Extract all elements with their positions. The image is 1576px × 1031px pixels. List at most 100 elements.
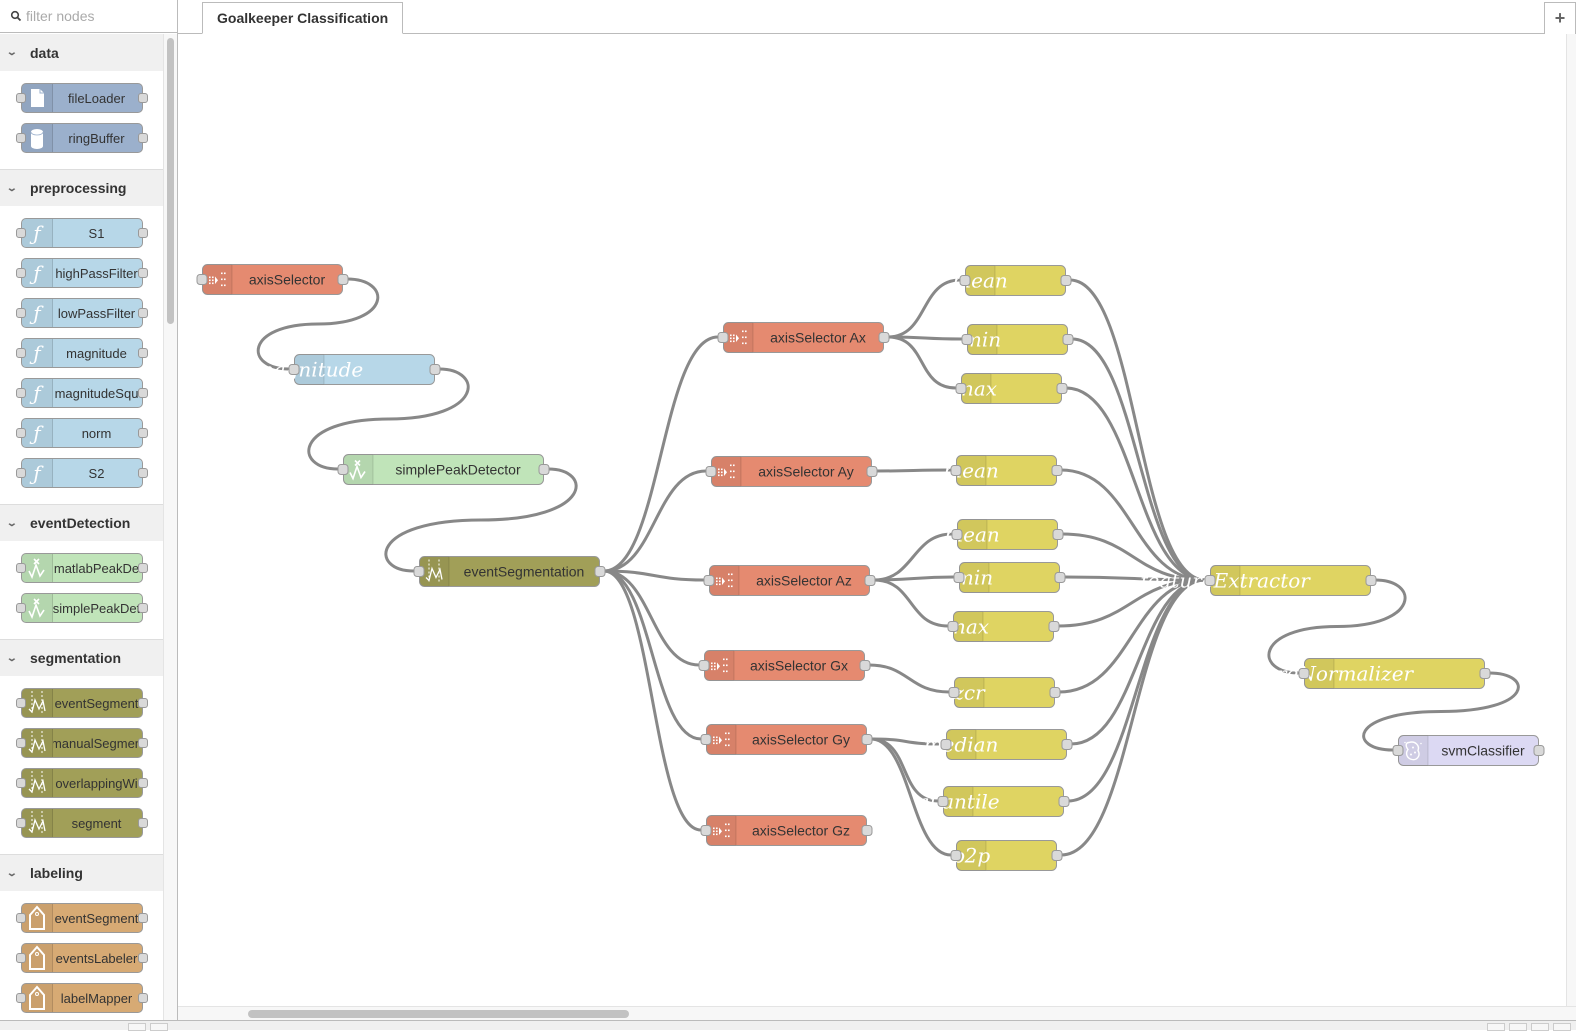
output-port[interactable] — [1533, 745, 1545, 756]
flow-node-simplePeakDetector[interactable]: simplePeakDetector — [337, 454, 550, 485]
palette-node[interactable]: labelMapper — [16, 983, 148, 1013]
input-port[interactable] — [337, 464, 349, 475]
output-port[interactable] — [138, 268, 148, 278]
input-port[interactable] — [16, 308, 26, 318]
input-port[interactable] — [953, 572, 965, 583]
flow-node-minAx[interactable]: min — [961, 324, 1074, 355]
palette-node[interactable]: simplePeakDet — [16, 593, 148, 623]
input-port[interactable] — [948, 687, 960, 698]
output-port[interactable] — [538, 464, 550, 475]
palette-node[interactable]: ƒ highPassFilter — [16, 258, 148, 288]
output-port[interactable] — [594, 566, 606, 577]
input-port[interactable] — [717, 332, 729, 343]
output-port[interactable] — [1054, 572, 1066, 583]
input-port[interactable] — [700, 734, 712, 745]
category-header-data[interactable]: ⌄ data — [0, 34, 163, 71]
input-port[interactable] — [950, 465, 962, 476]
palette-node[interactable]: eventSegment — [16, 903, 148, 933]
input-port[interactable] — [947, 621, 959, 632]
wire-quantile-to-featureExtractor[interactable] — [1067, 578, 1206, 803]
output-port[interactable] — [1061, 739, 1073, 750]
output-port[interactable] — [138, 698, 148, 708]
flow-node-featureNormalizer[interactable]: featureNormalizer — [1223, 658, 1491, 689]
flow-canvas[interactable]: axisSelector magnitude simplePeakDetecto… — [178, 34, 1566, 1006]
flow-node-meanAy[interactable]: mean — [943, 455, 1063, 486]
input-port[interactable] — [16, 468, 26, 478]
input-port[interactable] — [16, 738, 26, 748]
input-port[interactable] — [16, 993, 26, 1003]
flow-diagram[interactable]: axisSelector magnitude simplePeakDetecto… — [178, 34, 1566, 1006]
flow-node-axGx[interactable]: axisSelector Gx — [698, 650, 871, 681]
input-port[interactable] — [961, 334, 973, 345]
output-port[interactable] — [138, 738, 148, 748]
output-port[interactable] — [1062, 334, 1074, 345]
palette-node[interactable]: fileLoader — [16, 83, 148, 113]
flow-node-axAz[interactable]: axisSelector Az — [703, 565, 876, 596]
workspace-vertical-scrollbar[interactable] — [1566, 34, 1576, 1006]
palette-node[interactable]: ƒ magnitudeSqu — [16, 378, 148, 408]
flow-node-featureExtractor[interactable]: featureExtractor — [1138, 565, 1377, 596]
flow-node-median[interactable]: median — [924, 729, 1073, 760]
output-port[interactable] — [138, 778, 148, 788]
input-port[interactable] — [955, 383, 967, 394]
output-port[interactable] — [1365, 575, 1377, 586]
output-port[interactable] — [866, 466, 878, 477]
flow-node-maxAz[interactable]: max — [947, 611, 1060, 642]
input-port[interactable] — [16, 93, 26, 103]
output-port[interactable] — [138, 563, 148, 573]
output-port[interactable] — [337, 274, 349, 285]
output-port[interactable] — [138, 133, 148, 143]
output-port[interactable] — [861, 734, 873, 745]
flow-node-zcr[interactable]: zcr — [948, 677, 1061, 708]
wire-axAz-to-maxAz[interactable] — [873, 578, 949, 628]
flow-node-quantile[interactable]: quantile — [916, 786, 1070, 817]
input-port[interactable] — [16, 428, 26, 438]
category-header-preprocessing[interactable]: ⌄ preprocessing — [0, 169, 163, 206]
input-port[interactable] — [16, 228, 26, 238]
input-port[interactable] — [937, 796, 949, 807]
tab-goalkeeper-classification[interactable]: Goalkeeper Classification — [202, 2, 404, 34]
wire-eventSegmentation-to-axGy[interactable] — [603, 569, 702, 741]
output-port[interactable] — [1056, 383, 1068, 394]
flow-node-meanAz[interactable]: mean — [944, 519, 1064, 550]
input-port[interactable] — [16, 603, 26, 613]
input-port[interactable] — [16, 348, 26, 358]
flow-node-minAz[interactable]: min — [953, 562, 1066, 593]
wire-axAy-to-meanAy[interactable] — [875, 468, 952, 473]
flow-node-magnitude[interactable]: magnitude — [255, 354, 441, 385]
palette-node[interactable]: ƒ S1 — [16, 218, 148, 248]
input-port[interactable] — [16, 698, 26, 708]
filter-nodes-input[interactable] — [26, 8, 166, 24]
palette-node[interactable]: ƒ S2 — [16, 458, 148, 488]
input-port[interactable] — [16, 133, 26, 143]
flow-node-axisSelector[interactable]: axisSelector — [196, 264, 349, 295]
palette-node[interactable]: ƒ magnitude — [16, 338, 148, 368]
wire-eventSegmentation-to-axAx[interactable] — [603, 335, 719, 573]
category-header-segmentation[interactable]: ⌄ segmentation — [0, 639, 163, 676]
flow-node-axAx[interactable]: axisSelector Ax — [717, 322, 890, 353]
output-port[interactable] — [138, 993, 148, 1003]
output-port[interactable] — [138, 388, 148, 398]
category-header-labeling[interactable]: ⌄ labeling — [0, 854, 163, 891]
input-port[interactable] — [700, 825, 712, 836]
output-port[interactable] — [138, 953, 148, 963]
input-port[interactable] — [16, 913, 26, 923]
wire-p2p-to-featureExtractor[interactable] — [1060, 578, 1206, 857]
flow-node-eventSegmentation[interactable]: eventSegmentation — [413, 556, 606, 587]
palette-node[interactable]: ringBuffer — [16, 123, 148, 153]
palette-node[interactable]: eventsLabeler — [16, 943, 148, 973]
input-port[interactable] — [16, 778, 26, 788]
input-port[interactable] — [16, 268, 26, 278]
output-port[interactable] — [138, 228, 148, 238]
input-port[interactable] — [698, 660, 710, 671]
input-port[interactable] — [705, 466, 717, 477]
wire-meanAy-to-featureExtractor[interactable] — [1060, 468, 1206, 582]
workspace-horizontal-scrollbar[interactable] — [178, 1006, 1576, 1020]
palette-scrollbar-thumb[interactable] — [167, 38, 174, 324]
output-port[interactable] — [1049, 687, 1061, 698]
wire-eventSegmentation-to-axAy[interactable] — [603, 469, 707, 573]
wire-axAz-to-meanAz[interactable] — [873, 532, 953, 582]
flow-node-meanAx[interactable]: mean — [952, 265, 1072, 296]
wire-axGx-to-zcr[interactable] — [868, 663, 950, 694]
output-port[interactable] — [138, 428, 148, 438]
